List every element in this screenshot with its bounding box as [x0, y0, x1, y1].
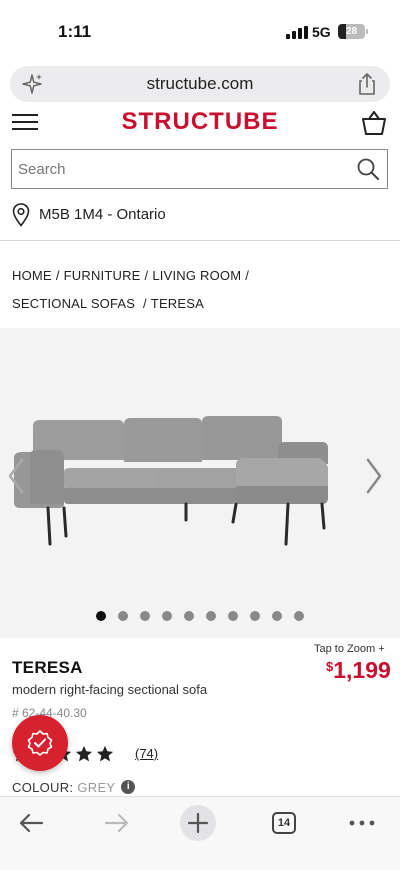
breadcrumb-separator: /	[142, 296, 147, 311]
rewards-badge-button[interactable]	[12, 715, 68, 771]
gallery-dot[interactable]	[140, 611, 150, 621]
breadcrumb-furniture[interactable]: FURNITURE	[64, 268, 141, 283]
breadcrumb: HOME / FURNITURE / LIVING ROOM / SECTIONAL SOF…	[12, 262, 392, 318]
review-count[interactable]: (74)	[135, 746, 158, 761]
address-bar[interactable]: structube.com	[10, 66, 390, 102]
status-time: 1:11	[58, 22, 92, 41]
star-icon	[96, 745, 114, 762]
gallery-dot[interactable]	[294, 611, 304, 621]
new-tab-button[interactable]	[180, 805, 216, 841]
site-header: STRUCTUBE	[0, 104, 400, 142]
browser-toolbar: 14	[0, 796, 400, 870]
gallery-dot[interactable]	[250, 611, 260, 621]
colour-row: COLOUR: GREY i	[12, 780, 136, 796]
gallery-pagination	[96, 611, 316, 621]
back-icon[interactable]	[14, 805, 50, 841]
more-icon[interactable]	[344, 805, 380, 841]
cart-icon[interactable]	[360, 110, 388, 136]
status-bar: 1:11 5G 28	[0, 0, 400, 62]
previous-image-icon[interactable]	[6, 456, 26, 496]
location-selector[interactable]: M5B 1M4 - Ontario	[12, 202, 312, 228]
breadcrumb-separator: /	[144, 268, 149, 283]
breadcrumb-current: TERESA	[150, 296, 205, 311]
colour-value: GREY	[77, 780, 116, 795]
tabs-button[interactable]: 14	[266, 805, 302, 841]
url-text[interactable]: structube.com	[10, 66, 390, 102]
product-image[interactable]	[0, 398, 400, 558]
product-price: $1,199	[326, 657, 391, 684]
breadcrumb-home[interactable]: HOME	[12, 268, 52, 283]
star-icon	[75, 745, 93, 762]
search-icon[interactable]	[357, 158, 379, 180]
tabs-count: 14	[272, 812, 296, 834]
next-image-icon[interactable]	[364, 456, 384, 496]
tap-to-zoom[interactable]: Tap to Zoom +	[314, 643, 385, 655]
signal-icon	[286, 26, 308, 39]
gallery-dot[interactable]	[96, 611, 106, 621]
product-name: TERESA	[12, 658, 83, 677]
battery-level: 28	[345, 26, 358, 37]
gallery-dot[interactable]	[184, 611, 194, 621]
network-label: 5G	[312, 24, 331, 40]
search-box	[11, 149, 388, 189]
colour-label: COLOUR:	[12, 780, 74, 795]
price-currency: $	[326, 659, 334, 674]
product-gallery[interactable]	[0, 328, 400, 638]
gallery-dot[interactable]	[272, 611, 282, 621]
location-pin-icon	[12, 203, 30, 227]
gallery-dot[interactable]	[206, 611, 216, 621]
location-text[interactable]: M5B 1M4 - Ontario	[39, 206, 166, 223]
share-icon[interactable]	[356, 72, 378, 96]
breadcrumb-living-room[interactable]: LIVING ROOM	[152, 268, 241, 283]
gallery-dot[interactable]	[118, 611, 128, 621]
badge-check-icon	[27, 730, 53, 756]
plus-icon	[187, 812, 209, 834]
breadcrumb-sectional-sofas[interactable]: SECTIONAL SOFAS	[12, 296, 135, 311]
info-icon[interactable]: i	[121, 780, 136, 794]
product-description: modern right-facing sectional sofa	[12, 682, 208, 697]
divider	[0, 240, 400, 241]
battery-icon: 28	[338, 24, 365, 39]
breadcrumb-separator: /	[245, 268, 250, 283]
site-logo[interactable]: STRUCTUBE	[0, 108, 400, 136]
gallery-dot[interactable]	[228, 611, 238, 621]
breadcrumb-separator: /	[55, 268, 60, 283]
battery-nub	[366, 29, 368, 34]
gallery-dot[interactable]	[162, 611, 172, 621]
price-value: 1,199	[333, 657, 391, 683]
search-input[interactable]	[12, 150, 342, 188]
forward-icon[interactable]	[98, 805, 134, 841]
